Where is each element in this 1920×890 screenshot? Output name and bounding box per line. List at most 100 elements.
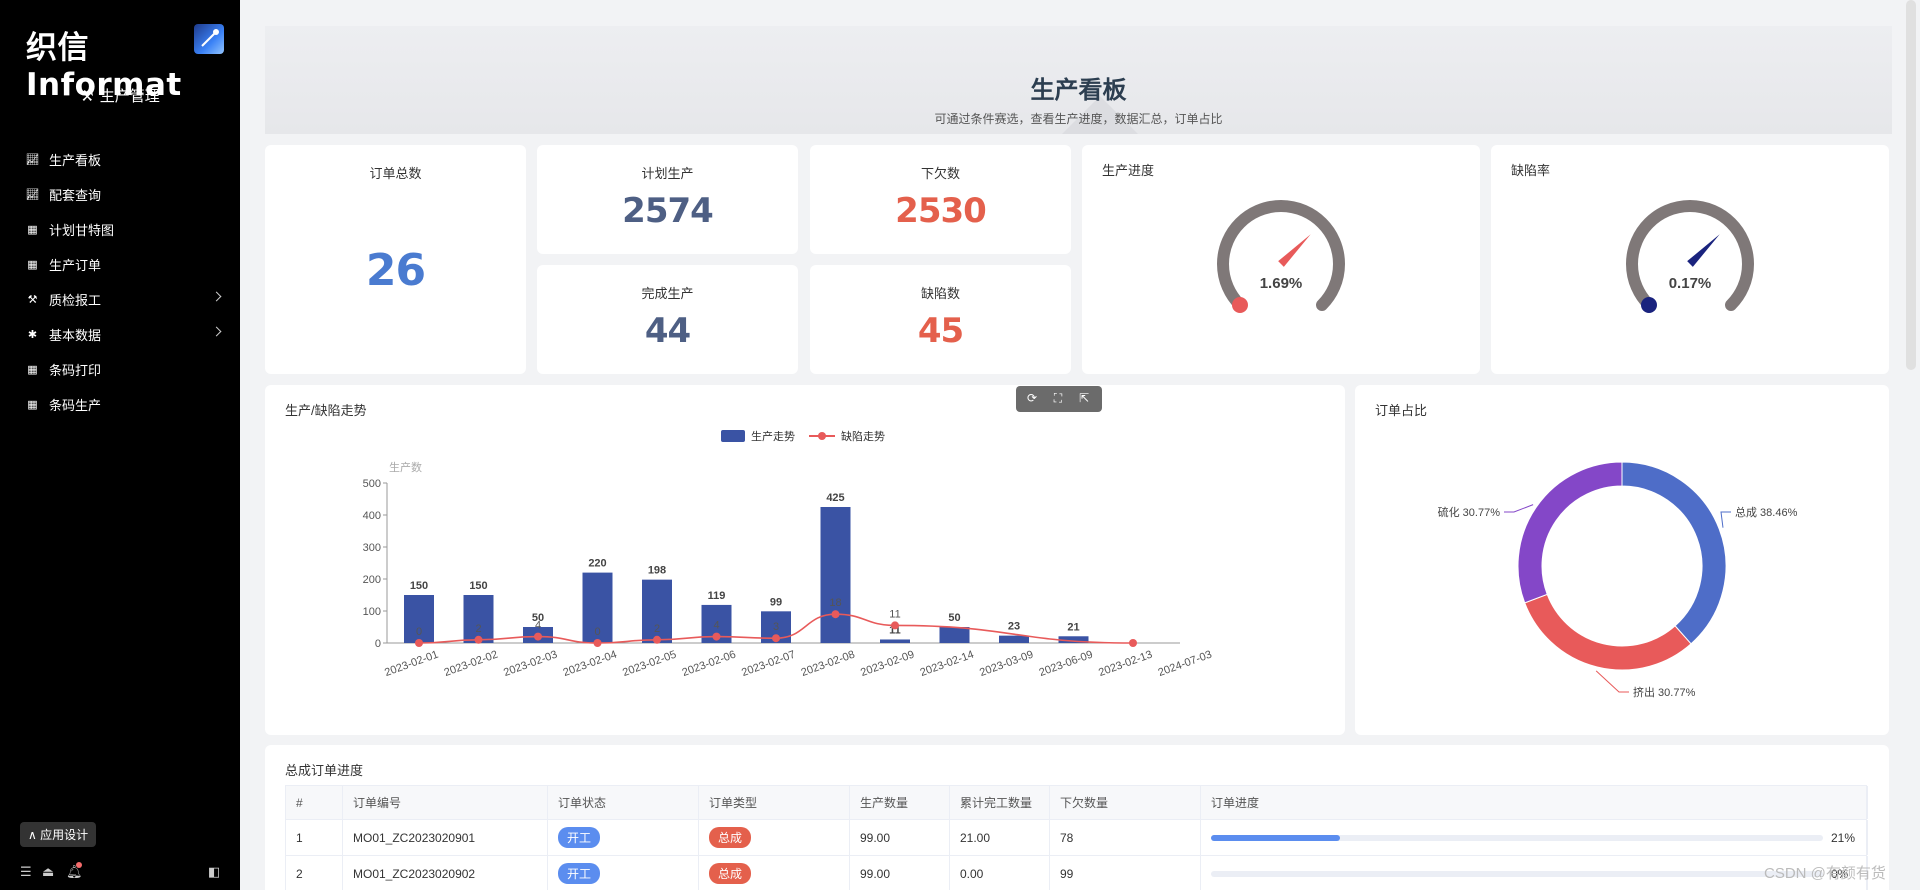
- bar-value-label: 21: [1067, 621, 1079, 633]
- menu-icon[interactable]: ☰: [20, 864, 32, 880]
- sidebar-item-label: 配套查询: [49, 188, 102, 203]
- x-tick-label: 2023-02-13: [1097, 649, 1154, 680]
- sidebar-item-4[interactable]: ⚒ 质检报工: [0, 282, 240, 317]
- sidebar-item-label: 条码生产: [49, 398, 102, 413]
- y-tick-label: 500: [363, 478, 381, 490]
- progress-text: 21%: [1831, 831, 1856, 845]
- table-icon: ▦: [27, 399, 38, 411]
- y-tick-label: 200: [363, 574, 381, 586]
- pie-label: 挤出 30.77%: [1633, 685, 1696, 699]
- open-external-icon[interactable]: ⇱: [1076, 390, 1092, 406]
- table-icon: ▦: [27, 259, 38, 271]
- column-header[interactable]: 累计完工数量: [950, 786, 1050, 819]
- collapse-sidebar-icon[interactable]: ◧: [208, 864, 220, 880]
- x-tick-label: 2023-02-06: [681, 649, 738, 680]
- sidebar-item-label: 生产看板: [49, 153, 102, 168]
- x-tick-label: 2023-02-03: [502, 649, 559, 680]
- page-scrollbar[interactable]: [1906, 0, 1916, 370]
- x-tick-label: 2023-02-04: [562, 649, 619, 680]
- sidebar-item-label: 生产订单: [49, 258, 102, 273]
- gauge-start-dot: [1231, 297, 1248, 314]
- pie-slice: [1524, 593, 1692, 671]
- table-cell: 开工: [548, 820, 699, 855]
- line-value-label: 18: [829, 597, 841, 609]
- line-chart-icon: 📈︎: [25, 189, 40, 201]
- table-cell: 99.00: [850, 856, 950, 890]
- bar-value-label: 119: [708, 590, 726, 602]
- sidebar-item-0[interactable]: 📈︎ 生产看板: [0, 142, 240, 177]
- notification-dot: [76, 862, 82, 868]
- pie-slice: [1621, 461, 1727, 645]
- chart-toolbar: ⟳ ⛶ ⇱: [1016, 386, 1102, 412]
- x-tick-label: 2023-02-02: [443, 649, 500, 680]
- bar: [463, 595, 494, 643]
- app-design-label: 应用设计: [40, 828, 89, 842]
- gauge-progress-card: 生产进度 1.69%: [1082, 145, 1480, 374]
- table-cell: 总成: [699, 820, 850, 855]
- gauge-defect-card: 缺陷率 0.17%: [1491, 145, 1889, 374]
- x-tick-label: 2023-03-09: [978, 649, 1035, 680]
- pie-label-line: [1504, 504, 1534, 513]
- page-subtitle: 可通过条件赛选，查看生产进度，数据汇总，订单占比: [934, 112, 1223, 126]
- column-header[interactable]: 下欠数量: [1050, 786, 1201, 819]
- legend-item: 生产走势: [751, 429, 795, 443]
- column-header[interactable]: 订单进度: [1201, 786, 1868, 819]
- kpi-label: 计划生产: [641, 166, 694, 181]
- column-header[interactable]: 订单编号: [343, 786, 548, 819]
- app-design-button[interactable]: ∧ 应用设计: [20, 822, 97, 847]
- bar-value-label: 50: [948, 612, 960, 624]
- dashboard-header: 生产看板 可通过条件赛选，查看生产进度，数据汇总，订单占比: [265, 26, 1892, 134]
- sidebar-item-3[interactable]: ▦ 生产订单: [0, 247, 240, 282]
- sidebar-item-5[interactable]: ✱ 基本数据: [0, 317, 240, 352]
- x-tick-label: 2023-02-01: [383, 649, 440, 680]
- sidebar-menu: 📈︎ 生产看板 📈︎ 配套查询 ▦ 计划甘特图 ▦ 生产订单 ⚒ 质检报工 ✱ 基本数据 ▦ 条码打印 ▦ 条…: [0, 142, 240, 422]
- line-point: [831, 610, 840, 619]
- bar-value-label: 23: [1008, 621, 1020, 633]
- line-point: [891, 621, 899, 630]
- bar-value-label: 150: [410, 580, 428, 592]
- line-chart-icon: 📈︎: [25, 154, 40, 166]
- line-value-label: 4: [713, 620, 719, 632]
- column-header[interactable]: 订单类型: [699, 786, 850, 819]
- table-header: # 订单编号 订单状态 订单类型 生产数量 累计完工数量 下欠数量 订单进度: [285, 785, 1868, 820]
- gauge-value-text: 1.69%: [1260, 275, 1303, 292]
- column-header[interactable]: 生产数量: [850, 786, 950, 819]
- sidebar-footer: ☰ ⏏ 🔔︎ ◧: [20, 862, 220, 882]
- line-point: [1129, 639, 1137, 647]
- column-header[interactable]: #: [286, 786, 343, 819]
- y-tick-label: 400: [363, 510, 381, 522]
- sidebar-item-2[interactable]: ▦ 计划甘特图: [0, 212, 240, 247]
- table-cell: 1: [286, 820, 343, 855]
- line-point: [772, 634, 780, 643]
- column-header[interactable]: 订单状态: [548, 786, 699, 819]
- y-tick-label: 100: [363, 606, 381, 618]
- sidebar-item-1[interactable]: 📈︎ 配套查询: [0, 177, 240, 212]
- kpi-label: 订单总数: [369, 166, 422, 181]
- pie-label: 总成 38.46%: [1735, 505, 1798, 519]
- refresh-icon[interactable]: ⟳: [1024, 390, 1040, 406]
- bar: [820, 507, 851, 643]
- page-title: 生产看板: [1030, 77, 1127, 104]
- legend-line-dot: [818, 432, 826, 440]
- chevron-right-icon: [211, 326, 222, 337]
- asterisk-icon: ✱: [27, 329, 38, 341]
- sidebar-item-6[interactable]: ▦ 条码打印: [0, 352, 240, 387]
- bar: [880, 639, 910, 643]
- kpi-completed: 完成生产 44: [537, 265, 798, 374]
- defect-rate-gauge: 0.17%: [1626, 200, 1754, 314]
- table-cell: 21.00: [950, 820, 1050, 855]
- status-badge: 开工: [558, 863, 601, 884]
- gauge-value-text: 0.17%: [1669, 275, 1712, 292]
- sidebar-item-label: 计划甘特图: [49, 223, 115, 238]
- trend-chart: 生产走势 缺陷走势生产数01002003004005002023-02-01 202…: [363, 429, 1214, 680]
- table-row[interactable]: 2 MO01_ZC2023020902 开工 总成 99.00 0.00 99 0%: [285, 856, 1868, 890]
- card-title: 总成订单进度: [285, 763, 364, 778]
- fullscreen-icon[interactable]: ⛶: [1050, 390, 1066, 406]
- table-row[interactable]: 1 MO01_ZC2023020901 开工 总成 99.00 21.00 78 21%: [285, 820, 1868, 856]
- app-title-label: 生产管理: [99, 88, 160, 105]
- sidebar-item-7[interactable]: ▦ 条码生产: [0, 387, 240, 422]
- type-badge: 总成: [709, 827, 752, 848]
- eject-icon[interactable]: ⏏: [42, 864, 54, 880]
- line-value-label: 2: [654, 623, 660, 635]
- app-title[interactable]: ⚒ 生产管理: [0, 85, 240, 106]
